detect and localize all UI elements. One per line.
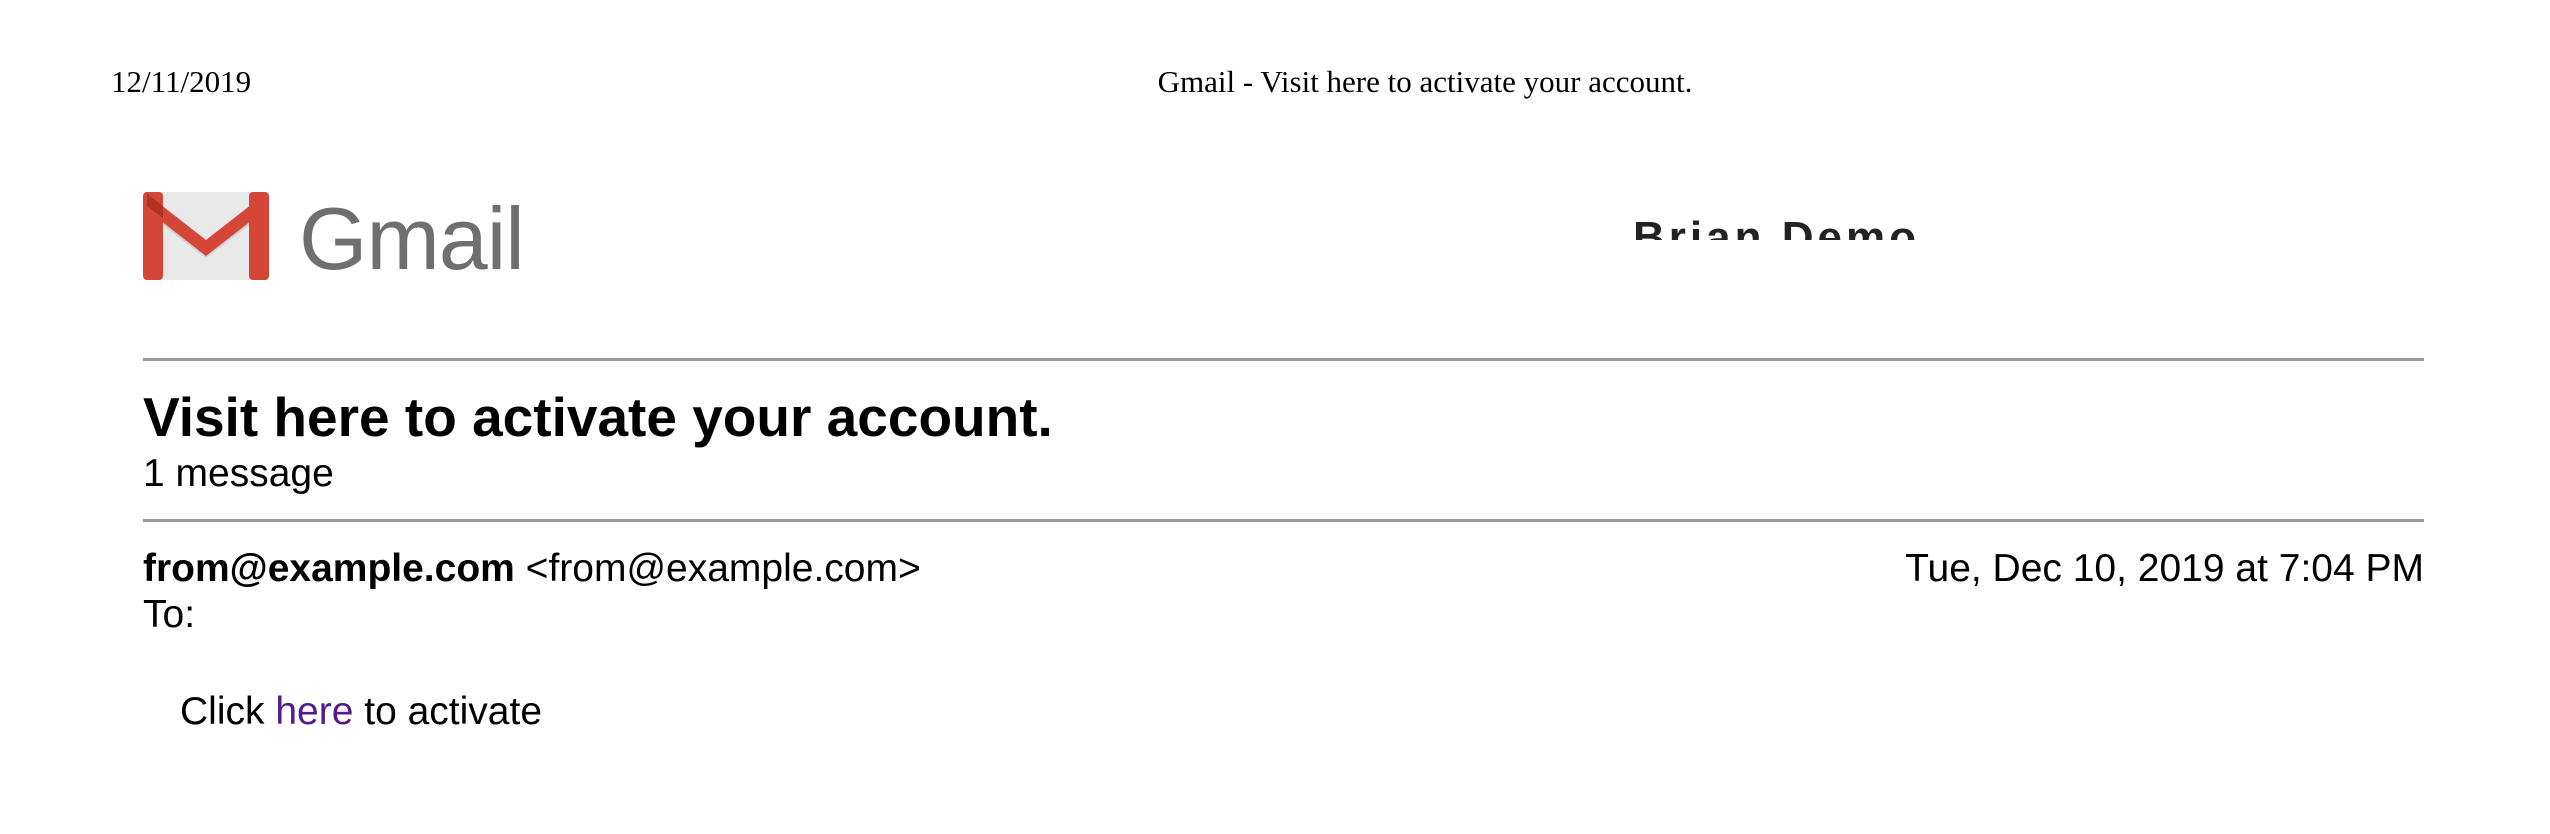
activation-link[interactable]: here [275, 690, 353, 733]
gmail-m-logo-icon [143, 188, 269, 289]
gmail-wordmark: Gmail [299, 188, 525, 288]
sender-line: from@example.com <from@example.com> [143, 545, 921, 593]
logo-row: Gmail Brian Demo <brian@example.com> [143, 188, 2433, 286]
print-header: 12/11/2019 Gmail - Visit here to activat… [0, 62, 2550, 102]
account-name: Brian Demo <brian@example.com> [1633, 216, 2433, 240]
header-divider [143, 358, 2424, 361]
thread-subject: Visit here to activate your account. [143, 386, 1053, 448]
message-body: Click here to activate [180, 688, 542, 736]
print-title: Gmail - Visit here to activate your acco… [1157, 64, 1693, 99]
sender-email: <from@example.com> [525, 547, 921, 590]
message-date: Tue, Dec 10, 2019 at 7:04 PM [1905, 547, 2424, 590]
body-suffix: to activate [353, 690, 543, 733]
recipient-line: To: [143, 593, 196, 636]
body-prefix: Click [180, 690, 276, 733]
sender-name: from@example.com [143, 547, 515, 590]
message-count: 1 message [143, 452, 334, 495]
message-divider [143, 519, 2424, 522]
gmail-logo[interactable]: Gmail [143, 188, 525, 289]
